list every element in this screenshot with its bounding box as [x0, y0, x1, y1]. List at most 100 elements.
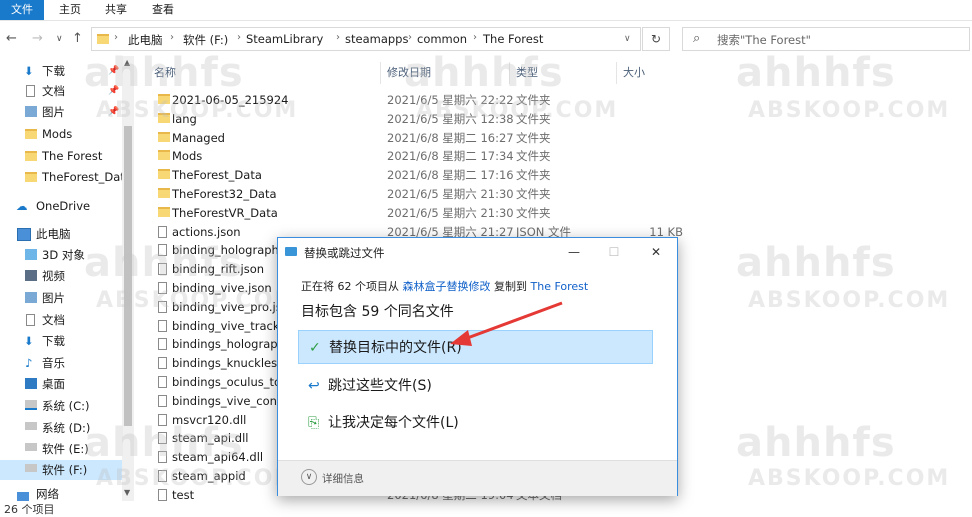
breadcrumb-drive-f[interactable]: 软件 (F:) [183, 32, 228, 48]
file-row[interactable]: Managed 2021/6/8 星期二 16:27 文件夹 [150, 129, 690, 148]
close-button[interactable]: ✕ [642, 242, 670, 262]
sidebar-item-label: 桌面 [42, 377, 65, 391]
column-header-name[interactable]: 名称 [154, 64, 176, 82]
file-date: 2021/6/8 星期二 17:34 [387, 149, 514, 164]
destination-folder-link[interactable]: The Forest [531, 280, 589, 293]
breadcrumb-the-forest[interactable]: The Forest [483, 32, 543, 46]
sidebar-item-pictures[interactable]: 图片 📌 [0, 102, 122, 122]
sidebar-item-label: 图片 [42, 105, 65, 119]
option-label: 替换目标中的文件(R) [329, 340, 462, 356]
breadcrumb-steamlibrary[interactable]: SteamLibrary [246, 32, 323, 46]
recent-locations-button[interactable]: ∨ [56, 34, 63, 44]
sidebar-item-music[interactable]: ♪ 音乐 [0, 353, 122, 373]
watermark: ABSKOOP.COM [748, 288, 951, 313]
sidebar-item-label: 图片 [42, 291, 65, 305]
sidebar-item-drive-d[interactable]: 系统 (D:) [0, 418, 122, 438]
file-icon [158, 357, 167, 370]
sidebar-item-theforest-data[interactable]: TheForest_Data [0, 167, 122, 187]
decide-each-file-option[interactable]: ⎘ 让我决定每个文件(L) [298, 406, 653, 440]
file-name: actions.json [172, 224, 241, 239]
sidebar-item-drive-c[interactable]: 系统 (C:) [0, 396, 122, 416]
tab-view[interactable]: 查看 [143, 0, 183, 20]
breadcrumb-this-pc[interactable]: 此电脑 [128, 32, 163, 48]
tab-home[interactable]: 主页 [50, 0, 90, 20]
address-bar[interactable]: › 此电脑 › 软件 (F:) › SteamLibrary › steamap… [91, 27, 641, 51]
replace-files-option[interactable]: ✓ 替换目标中的文件(R) [298, 330, 653, 364]
dll-file-icon [158, 432, 167, 445]
sidebar-item-drive-e[interactable]: 软件 (E:) [0, 439, 122, 459]
file-icon [158, 319, 167, 332]
search-input[interactable]: ⌕ 搜索"The Forest" [682, 27, 970, 51]
sidebar-item-this-pc[interactable]: 此电脑 [0, 224, 122, 244]
up-button[interactable]: ↑ [72, 31, 83, 46]
sidebar-item-3d-objects[interactable]: 3D 对象 [0, 245, 122, 265]
watermark: ABSKOOP.COM [748, 98, 951, 123]
file-date: 2021/6/8 星期二 16:27 [387, 130, 514, 145]
sidebar-item-videos[interactable]: 视频 [0, 266, 122, 286]
tab-file[interactable]: 文件 [0, 0, 44, 20]
sidebar-item-documents[interactable]: 文档 📌 [0, 81, 122, 101]
maximize-button[interactable]: ☐ [600, 242, 628, 262]
dialog-title-bar[interactable]: 替换或跳过文件 — ☐ ✕ [278, 238, 677, 266]
sidebar-item-label: 下载 [42, 64, 65, 78]
drive-icon [25, 464, 37, 472]
skip-files-option[interactable]: ↩ 跳过这些文件(S) [298, 369, 653, 403]
address-row: ← → ∨ ↑ › 此电脑 › 软件 (F:) › SteamLibrary ›… [0, 26, 972, 54]
file-name: binding_vive.json [172, 281, 272, 295]
chevron-down-icon[interactable]: ∨ [624, 34, 631, 44]
column-header-date[interactable]: 修改日期 [387, 64, 431, 82]
file-row[interactable]: lang 2021/6/5 星期六 12:38 文件夹 [150, 110, 690, 129]
column-divider[interactable] [380, 62, 381, 84]
more-details-link[interactable]: 详细信息 [322, 471, 364, 486]
sidebar-item-the-forest[interactable]: The Forest [0, 146, 122, 166]
file-row[interactable]: 2021-06-05_215924 2021/6/5 星期六 22:22 文件夹 [150, 91, 690, 110]
sidebar-item-downloads[interactable]: ⬇ 下载 📌 [0, 61, 122, 81]
scrollbar-thumb[interactable] [124, 126, 132, 426]
source-folder-link[interactable]: 森林盒子替换修改 [403, 280, 491, 293]
column-header-size[interactable]: 大小 [623, 64, 645, 82]
file-row[interactable]: TheForestVR_Data 2021/6/5 星期六 21:30 文件夹 [150, 204, 690, 223]
document-icon [26, 85, 35, 97]
download-icon: ⬇ [24, 64, 34, 78]
file-row[interactable]: Mods 2021/6/8 星期二 17:34 文件夹 [150, 147, 690, 166]
sidebar-item-onedrive[interactable]: ☁ OneDrive [0, 196, 122, 216]
folder-icon [25, 151, 37, 161]
pin-icon: 📌 [108, 86, 120, 96]
column-divider[interactable] [616, 62, 617, 84]
tab-share[interactable]: 共享 [96, 0, 136, 20]
forward-button[interactable]: → [32, 31, 43, 46]
file-icon [158, 338, 167, 351]
sidebar-item-drive-f[interactable]: 软件 (F:) [0, 460, 122, 480]
sidebar-item-label: 下载 [42, 334, 65, 348]
replace-or-skip-dialog: 替换或跳过文件 — ☐ ✕ 正在将 62 个项目从 森林盒子替换修改 复制到 T… [277, 237, 678, 496]
sidebar-item-network[interactable]: 网络 [0, 488, 122, 501]
column-divider[interactable] [509, 62, 510, 84]
scroll-down-icon[interactable]: ▼ [124, 488, 130, 497]
file-row[interactable]: TheForest_Data 2021/6/8 星期二 17:16 文件夹 [150, 166, 690, 185]
file-name: TheForest_Data [172, 168, 262, 183]
pin-icon: 📌 [108, 66, 120, 76]
breadcrumb-steamapps[interactable]: steamapps [345, 32, 408, 46]
expand-details-icon[interactable]: ∨ [301, 469, 317, 485]
back-button[interactable]: ← [6, 31, 17, 46]
sidebar-item-pc-downloads[interactable]: ⬇ 下载 [0, 331, 122, 351]
sidebar-item-pc-documents[interactable]: 文档 [0, 310, 122, 330]
navigation-pane: ⬇ 下载 📌 文档 📌 图片 📌 Mods The Forest TheFore… [0, 56, 134, 501]
minimize-button[interactable]: — [560, 242, 588, 262]
breadcrumb-common[interactable]: common [417, 32, 467, 46]
chevron-right-icon: › [473, 32, 477, 43]
scroll-up-icon[interactable]: ▲ [124, 58, 130, 67]
sidebar-item-pc-pictures[interactable]: 图片 [0, 288, 122, 308]
sidebar-item-label: Mods [42, 127, 73, 141]
copy-summary: 正在将 62 个项目从 森林盒子替换修改 复制到 The Forest [301, 278, 588, 294]
folder-icon [158, 150, 170, 161]
sidebar-item-mods[interactable]: Mods [0, 124, 122, 144]
sidebar-scrollbar[interactable]: ▲ ▼ [122, 56, 134, 501]
column-header-type[interactable]: 类型 [516, 64, 538, 82]
refresh-button[interactable]: ↻ [642, 27, 670, 51]
sidebar-item-label: 软件 (F:) [42, 463, 88, 477]
file-row[interactable]: TheForest32_Data 2021/6/5 星期六 21:30 文件夹 [150, 185, 690, 204]
sidebar-item-desktop[interactable]: 桌面 [0, 374, 122, 394]
file-icon [158, 470, 167, 482]
pin-icon: 📌 [108, 107, 120, 117]
